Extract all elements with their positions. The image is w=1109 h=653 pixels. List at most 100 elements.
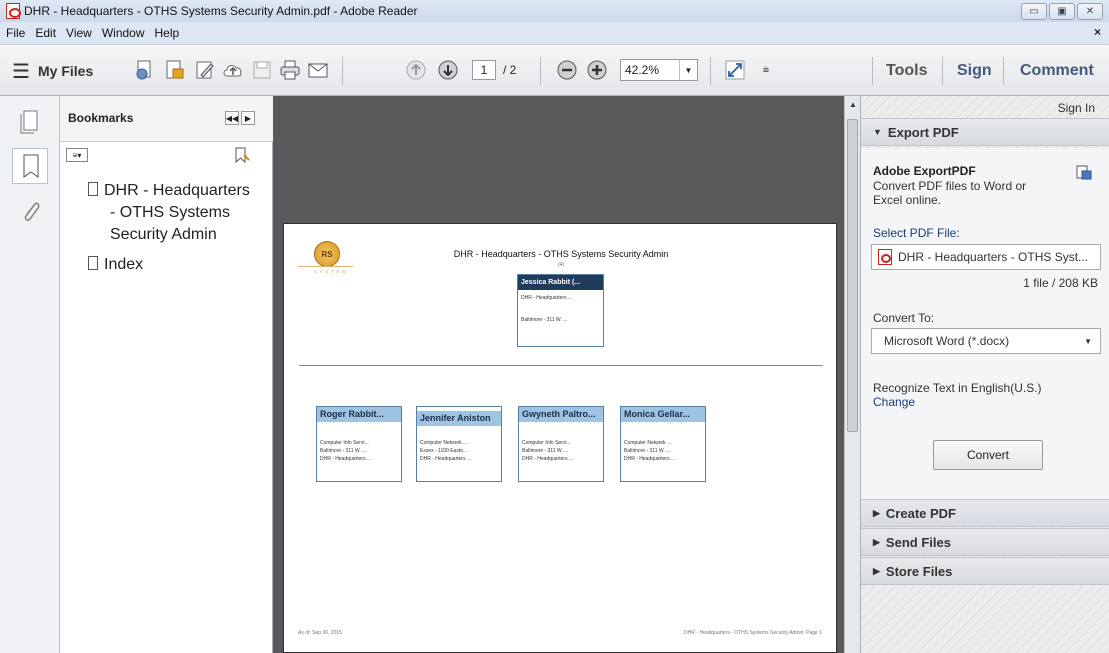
card-name: Jennifer Aniston: [417, 411, 501, 426]
hamburger-menu-icon[interactable]: ☰: [12, 45, 30, 97]
menu-window[interactable]: Window: [100, 26, 147, 40]
zoom-in-icon[interactable]: [585, 58, 609, 82]
convert-button[interactable]: Convert: [933, 440, 1043, 470]
bookmark-icon: [88, 182, 98, 196]
email-icon[interactable]: [306, 58, 330, 82]
create-pdf-section-header[interactable]: ▶ Create PDF: [861, 499, 1109, 527]
close-button[interactable]: ✕: [1077, 3, 1103, 20]
create-pdf-icon[interactable]: [133, 58, 157, 82]
menu-file[interactable]: File: [4, 26, 27, 40]
close-document-button[interactable]: ×: [1094, 25, 1101, 39]
send-files-section-header[interactable]: ▶ Send Files: [861, 528, 1109, 556]
window-controls: ▭ ▣ ✕: [1021, 3, 1103, 20]
card-line: Computer Info Servi...: [522, 440, 571, 446]
card-line: DHR - Headquarters ...: [420, 456, 472, 462]
card-line: Baltimore - 311 W. ...: [522, 448, 569, 454]
page-thumbnails-icon[interactable]: [18, 106, 44, 134]
card-name: Roger Rabbit...: [317, 407, 401, 422]
section-title: Create PDF: [885, 505, 956, 521]
comment-tab[interactable]: Comment: [1020, 45, 1094, 97]
section-title: Send Files: [885, 534, 951, 550]
convert-to-label: Convert To:: [873, 311, 935, 325]
document-view: RS S Y S T E M DHR - Headquarters - OTHS…: [273, 96, 844, 653]
expand-panel-icon[interactable]: ▶: [241, 111, 255, 125]
bookmark-icon: [88, 256, 98, 270]
export-pdf-section-header[interactable]: ▼ Export PDF: [861, 118, 1109, 146]
minimize-button[interactable]: ▭: [1021, 3, 1047, 20]
bookmarks-panel: Bookmarks ◀◀ ▶ ≡▾ DHR - Headquarters - O…: [60, 96, 273, 653]
print-icon[interactable]: [278, 58, 302, 82]
window-title: DHR - Headquarters - OTHS Systems Securi…: [24, 4, 418, 18]
chevron-down-icon: ▼: [679, 60, 697, 80]
file-name: DHR - Headquarters - OTHS Syst...: [898, 250, 1089, 264]
section-title: Export PDF: [887, 124, 959, 140]
scrollbar-thumb[interactable]: [847, 119, 858, 432]
tools-pane: Sign In ▼ Export PDF Adobe ExportPDF Con…: [860, 96, 1109, 653]
chevron-down-icon: ▼: [1084, 337, 1092, 346]
bookmarks-title: Bookmarks: [68, 111, 134, 125]
maximize-button[interactable]: ▣: [1049, 3, 1075, 20]
zoom-out-icon[interactable]: [555, 58, 579, 82]
select-pdf-label[interactable]: Select PDF File:: [873, 226, 960, 240]
my-files-button[interactable]: My Files: [38, 45, 93, 97]
sign-tab[interactable]: Sign: [957, 45, 992, 97]
previous-page-icon[interactable]: [404, 58, 428, 82]
change-language-link[interactable]: Change: [873, 395, 915, 409]
menu-help[interactable]: Help: [153, 26, 182, 40]
store-files-section-header[interactable]: ▶ Store Files: [861, 557, 1109, 585]
full-screen-icon[interactable]: [723, 58, 747, 82]
menu-view[interactable]: View: [64, 26, 94, 40]
convert-format-value: Microsoft Word (*.docx): [884, 334, 1010, 348]
export-description: Convert PDF files to Word or Excel onlin…: [873, 179, 1027, 207]
org-chart-card: Roger Rabbit... Computer Info Servi... B…: [316, 406, 402, 482]
org-chart-top-card: Jessica Rabbit (... DHR - Headquarters .…: [517, 274, 604, 347]
bookmark-label-line-3: Security Admin: [110, 226, 217, 243]
card-name: Monica Gellar...: [621, 407, 705, 422]
attachments-paperclip-icon[interactable]: [18, 198, 44, 226]
bookmarks-panel-icon[interactable]: [12, 148, 48, 184]
bookmark-item-title[interactable]: DHR - Headquarters - OTHS Systems Securi…: [88, 180, 250, 246]
save-icon[interactable]: [250, 58, 274, 82]
page-footer-title: DHR - Headquarters - OTHS Systems Securi…: [684, 630, 822, 636]
bookmark-item-index[interactable]: Index: [88, 254, 143, 276]
tools-tab[interactable]: Tools: [886, 45, 927, 97]
next-page-icon[interactable]: [436, 58, 460, 82]
scroll-up-icon[interactable]: ▲: [849, 100, 857, 109]
vertical-scrollbar[interactable]: ▲: [844, 96, 860, 653]
card-line: Baltimore - 311 W. ...: [624, 448, 671, 454]
card-line: DHR - Headquarters ...: [522, 456, 574, 462]
export-pdf-icon[interactable]: [163, 58, 187, 82]
upload-cloud-icon[interactable]: [221, 58, 245, 82]
panel-collapse-controls: ◀◀ ▶: [225, 111, 255, 125]
card-line: Computer Network ...: [420, 440, 468, 446]
logo-tagline: S Y S T E M: [314, 269, 347, 274]
sign-in-link[interactable]: Sign In: [1058, 101, 1095, 115]
pdf-file-icon: [6, 3, 21, 19]
collapse-triangle-icon: ▼: [873, 127, 882, 137]
card-name: Gwyneth Paltro...: [519, 407, 603, 422]
member-count: (4): [557, 262, 565, 268]
bookmarks-toolbar: ≡▾: [60, 142, 273, 168]
org-chart-card: Monica Gellar... Computer Network ... Ba…: [620, 406, 706, 482]
navigation-pane: [0, 96, 60, 653]
pdf-file-icon: [878, 249, 892, 265]
card-line: Computer Network ...: [624, 440, 672, 446]
toolbar-overflow-icon[interactable]: ⩧: [754, 58, 778, 82]
bookmarks-header: Bookmarks ◀◀ ▶: [60, 96, 273, 142]
convert-format-select[interactable]: Microsoft Word (*.docx) ▼: [871, 328, 1101, 354]
new-bookmark-icon[interactable]: [233, 146, 251, 167]
export-title: Adobe ExportPDF: [873, 164, 976, 178]
card-line: Computer Info Servi...: [320, 440, 369, 446]
bookmark-options-icon[interactable]: ≡▾: [66, 148, 88, 162]
bookmark-label-line-2: - OTHS Systems: [110, 204, 231, 221]
card-name: Jessica Rabbit (...: [518, 275, 603, 290]
card-line: Essex - 1100 Easte...: [420, 448, 468, 454]
toolbar-separator: [942, 57, 943, 85]
page-footer-date: As of: Sep 30, 2015: [298, 630, 342, 636]
menu-edit[interactable]: Edit: [33, 26, 58, 40]
selected-file-field[interactable]: DHR - Headquarters - OTHS Syst...: [871, 244, 1101, 270]
collapse-panel-icon[interactable]: ◀◀: [225, 111, 239, 125]
edit-pdf-icon[interactable]: [193, 58, 217, 82]
zoom-level-select[interactable]: 42.2% ▼: [620, 59, 698, 81]
page-number-input[interactable]: 1: [472, 60, 496, 80]
